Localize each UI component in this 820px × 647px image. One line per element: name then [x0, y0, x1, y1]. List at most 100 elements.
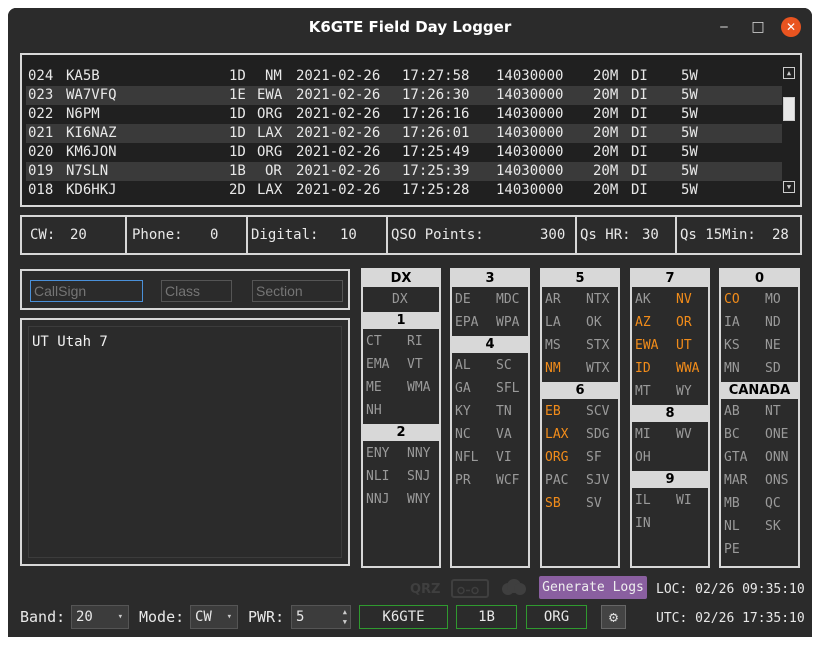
section-code[interactable]: DX [392, 292, 408, 307]
section-code[interactable]: MO [765, 292, 781, 307]
section-code[interactable]: ONS [765, 473, 788, 488]
section-code[interactable]: QC [765, 496, 781, 511]
log-row[interactable]: 020 KM6JON 1D ORG 2021-02-26 17:25:49 14030000… [26, 143, 782, 162]
section-code[interactable]: SB [545, 496, 561, 511]
section-code[interactable]: NC [455, 427, 471, 442]
section-code[interactable]: LA [545, 315, 561, 330]
log-scrollbar[interactable]: ▲ ▼ [782, 67, 796, 195]
log-row[interactable]: 023 WA7VFQ 1E EWA 2021-02-26 17:26:30 14030000… [26, 86, 782, 105]
section-code[interactable]: OH [635, 450, 651, 465]
section-code[interactable]: EB [545, 404, 561, 419]
section-code[interactable]: GA [455, 381, 471, 396]
section-code[interactable]: PAC [545, 473, 568, 488]
log-row[interactable]: 018 KD6HKJ 2D LAX 2021-02-26 17:25:28 14030000… [26, 181, 782, 200]
section-code[interactable]: ORG [545, 450, 568, 465]
section-code[interactable]: SD [765, 361, 781, 376]
section-code[interactable]: AR [545, 292, 561, 307]
section-code[interactable]: NE [765, 338, 781, 353]
section-code[interactable]: PR [455, 473, 471, 488]
section-code[interactable]: ND [765, 315, 781, 330]
power-spinbox[interactable]: 5 ▲ ▼ [291, 605, 351, 629]
section-code[interactable]: VA [496, 427, 512, 442]
section-code[interactable]: AL [455, 358, 471, 373]
section-code[interactable]: SFL [496, 381, 519, 396]
section-code[interactable]: WTX [586, 361, 609, 376]
section-input[interactable] [252, 280, 343, 302]
section-code[interactable]: MB [724, 496, 740, 511]
section-code[interactable]: CT [366, 334, 382, 349]
section-code[interactable]: WI [676, 493, 692, 508]
section-code[interactable]: VT [407, 357, 423, 372]
section-code[interactable]: NH [366, 403, 382, 418]
section-code[interactable]: WCF [496, 473, 519, 488]
gear-icon[interactable]: ⚙ [601, 605, 626, 629]
scroll-up-arrow-icon[interactable]: ▲ [783, 67, 795, 79]
section-code[interactable]: IL [635, 493, 651, 508]
section-code[interactable]: NT [765, 404, 781, 419]
spin-up-icon[interactable]: ▲ [343, 608, 347, 616]
section-code[interactable]: WV [676, 427, 692, 442]
section-code[interactable]: AB [724, 404, 740, 419]
section-code[interactable]: EWA [635, 338, 658, 353]
section-code[interactable]: ME [366, 380, 382, 395]
section-code[interactable]: NTX [586, 292, 609, 307]
section-code[interactable]: LAX [545, 427, 568, 442]
contact-log-list[interactable]: ▲ ▼ 024 KA5B 1D NM 2021-02-26 17:27:58 1403000… [20, 53, 802, 207]
log-row[interactable]: 022 N6PM 1D ORG 2021-02-26 17:26:16 14030000 20… [26, 105, 782, 124]
section-code[interactable]: MT [635, 384, 651, 399]
section-code[interactable]: MDC [496, 292, 519, 307]
my-callsign-button[interactable]: K6GTE [359, 605, 448, 629]
section-code[interactable]: NFL [455, 450, 478, 465]
section-code[interactable]: WWA [676, 361, 699, 376]
section-code[interactable]: MS [545, 338, 561, 353]
section-code[interactable]: MI [635, 427, 651, 442]
section-code[interactable]: UT [676, 338, 692, 353]
section-code[interactable]: MN [724, 361, 740, 376]
my-class-button[interactable]: 1B [456, 605, 517, 629]
section-code[interactable]: ONN [765, 450, 788, 465]
band-select[interactable]: 20 ▾ [71, 605, 129, 629]
generate-logs-button[interactable]: Generate Logs [539, 576, 647, 599]
section-code[interactable]: IN [635, 516, 651, 531]
section-code[interactable]: DE [455, 292, 471, 307]
class-input[interactable] [161, 280, 232, 302]
section-code[interactable]: RI [407, 334, 423, 349]
section-code[interactable]: ONE [765, 427, 788, 442]
section-code[interactable]: NV [676, 292, 692, 307]
section-code[interactable]: WMA [407, 380, 430, 395]
section-code[interactable]: STX [586, 338, 609, 353]
section-code[interactable]: AZ [635, 315, 651, 330]
section-code[interactable]: NNY [407, 446, 430, 461]
section-code[interactable]: AK [635, 292, 651, 307]
section-code[interactable]: NM [545, 361, 561, 376]
log-row[interactable]: 021 KI6NAZ 1D LAX 2021-02-26 17:26:01 14030000… [26, 124, 782, 143]
section-code[interactable]: OR [676, 315, 692, 330]
section-code[interactable]: SC [496, 358, 512, 373]
scroll-thumb[interactable] [783, 97, 795, 121]
section-code[interactable]: SDG [586, 427, 609, 442]
section-code[interactable]: VI [496, 450, 512, 465]
section-code[interactable]: BC [724, 427, 740, 442]
section-code[interactable]: KS [724, 338, 740, 353]
section-code[interactable]: GTA [724, 450, 747, 465]
section-code[interactable]: SV [586, 496, 602, 511]
section-code[interactable]: WY [676, 384, 692, 399]
section-code[interactable]: ENY [366, 446, 389, 461]
minimize-button[interactable]: ‒ [714, 17, 734, 37]
mode-select[interactable]: CW ▾ [190, 605, 238, 629]
section-code[interactable]: NL [724, 519, 740, 534]
section-code[interactable]: EPA [455, 315, 478, 330]
section-code[interactable]: KY [455, 404, 471, 419]
close-button[interactable]: ✕ [781, 17, 801, 37]
section-code[interactable]: WPA [496, 315, 519, 330]
section-code[interactable]: MAR [724, 473, 747, 488]
section-code[interactable]: SCV [586, 404, 609, 419]
section-code[interactable]: TN [496, 404, 512, 419]
section-code[interactable]: CO [724, 292, 740, 307]
section-code[interactable]: NNJ [366, 492, 389, 507]
section-code[interactable]: OK [586, 315, 602, 330]
section-code[interactable]: ID [635, 361, 651, 376]
log-row[interactable]: 024 KA5B 1D NM 2021-02-26 17:27:58 14030000 20M… [26, 67, 782, 86]
maximize-button[interactable]: □ [748, 17, 768, 37]
section-code[interactable]: SK [765, 519, 781, 534]
